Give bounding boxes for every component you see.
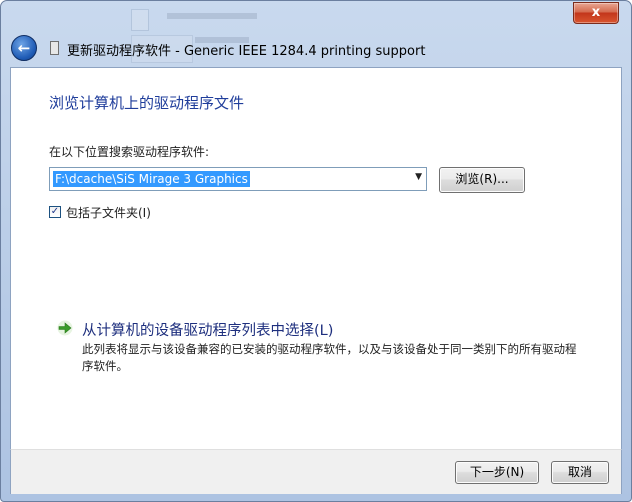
next-button[interactable]: 下一步(N): [455, 461, 539, 484]
back-button[interactable]: ←: [11, 35, 37, 61]
wizard-content: 浏览计算机上的驱动程序文件 在以下位置搜索驱动程序软件: F:\dcache\S…: [10, 67, 622, 449]
pick-from-list-link[interactable]: 从计算机的设备驱动程序列表中选择(L): [82, 319, 333, 340]
dropdown-arrow-icon[interactable]: ▼: [415, 172, 422, 182]
dialog-window: x ← 更新驱动程序软件 - Generic IEEE 1284.4 print…: [0, 0, 632, 502]
search-location-label: 在以下位置搜索驱动程序软件:: [49, 145, 210, 159]
page-heading: 浏览计算机上的驱动程序文件: [49, 94, 245, 112]
wizard-icon: [50, 41, 59, 55]
pick-from-list-description: 此列表将显示与该设备兼容的已安装的驱动程序软件，以及与该设备处于同一类别下的所有…: [82, 342, 577, 373]
include-subfolders-checkbox[interactable]: ✓: [49, 206, 61, 218]
back-arrow-icon: ←: [17, 39, 31, 57]
window-title: 更新驱动程序软件 - Generic IEEE 1284.4 printing …: [67, 44, 426, 59]
green-arrow-icon: [57, 320, 73, 336]
browse-button[interactable]: 浏览(R)...: [439, 167, 525, 193]
close-icon: x: [591, 5, 601, 20]
include-subfolders-label[interactable]: 包括子文件夹(I): [66, 204, 151, 221]
path-input-value[interactable]: F:\dcache\SiS Mirage 3 Graphics: [53, 171, 250, 187]
checkmark-icon: ✓: [50, 206, 60, 217]
wizard-footer: 下一步(N) 取消: [10, 449, 622, 494]
cancel-button[interactable]: 取消: [551, 461, 609, 484]
wizard-nav: ← 更新驱动程序软件 - Generic IEEE 1284.4 printin…: [9, 35, 609, 63]
path-combobox[interactable]: F:\dcache\SiS Mirage 3 Graphics ▼: [49, 167, 427, 191]
close-button[interactable]: x: [573, 2, 619, 24]
